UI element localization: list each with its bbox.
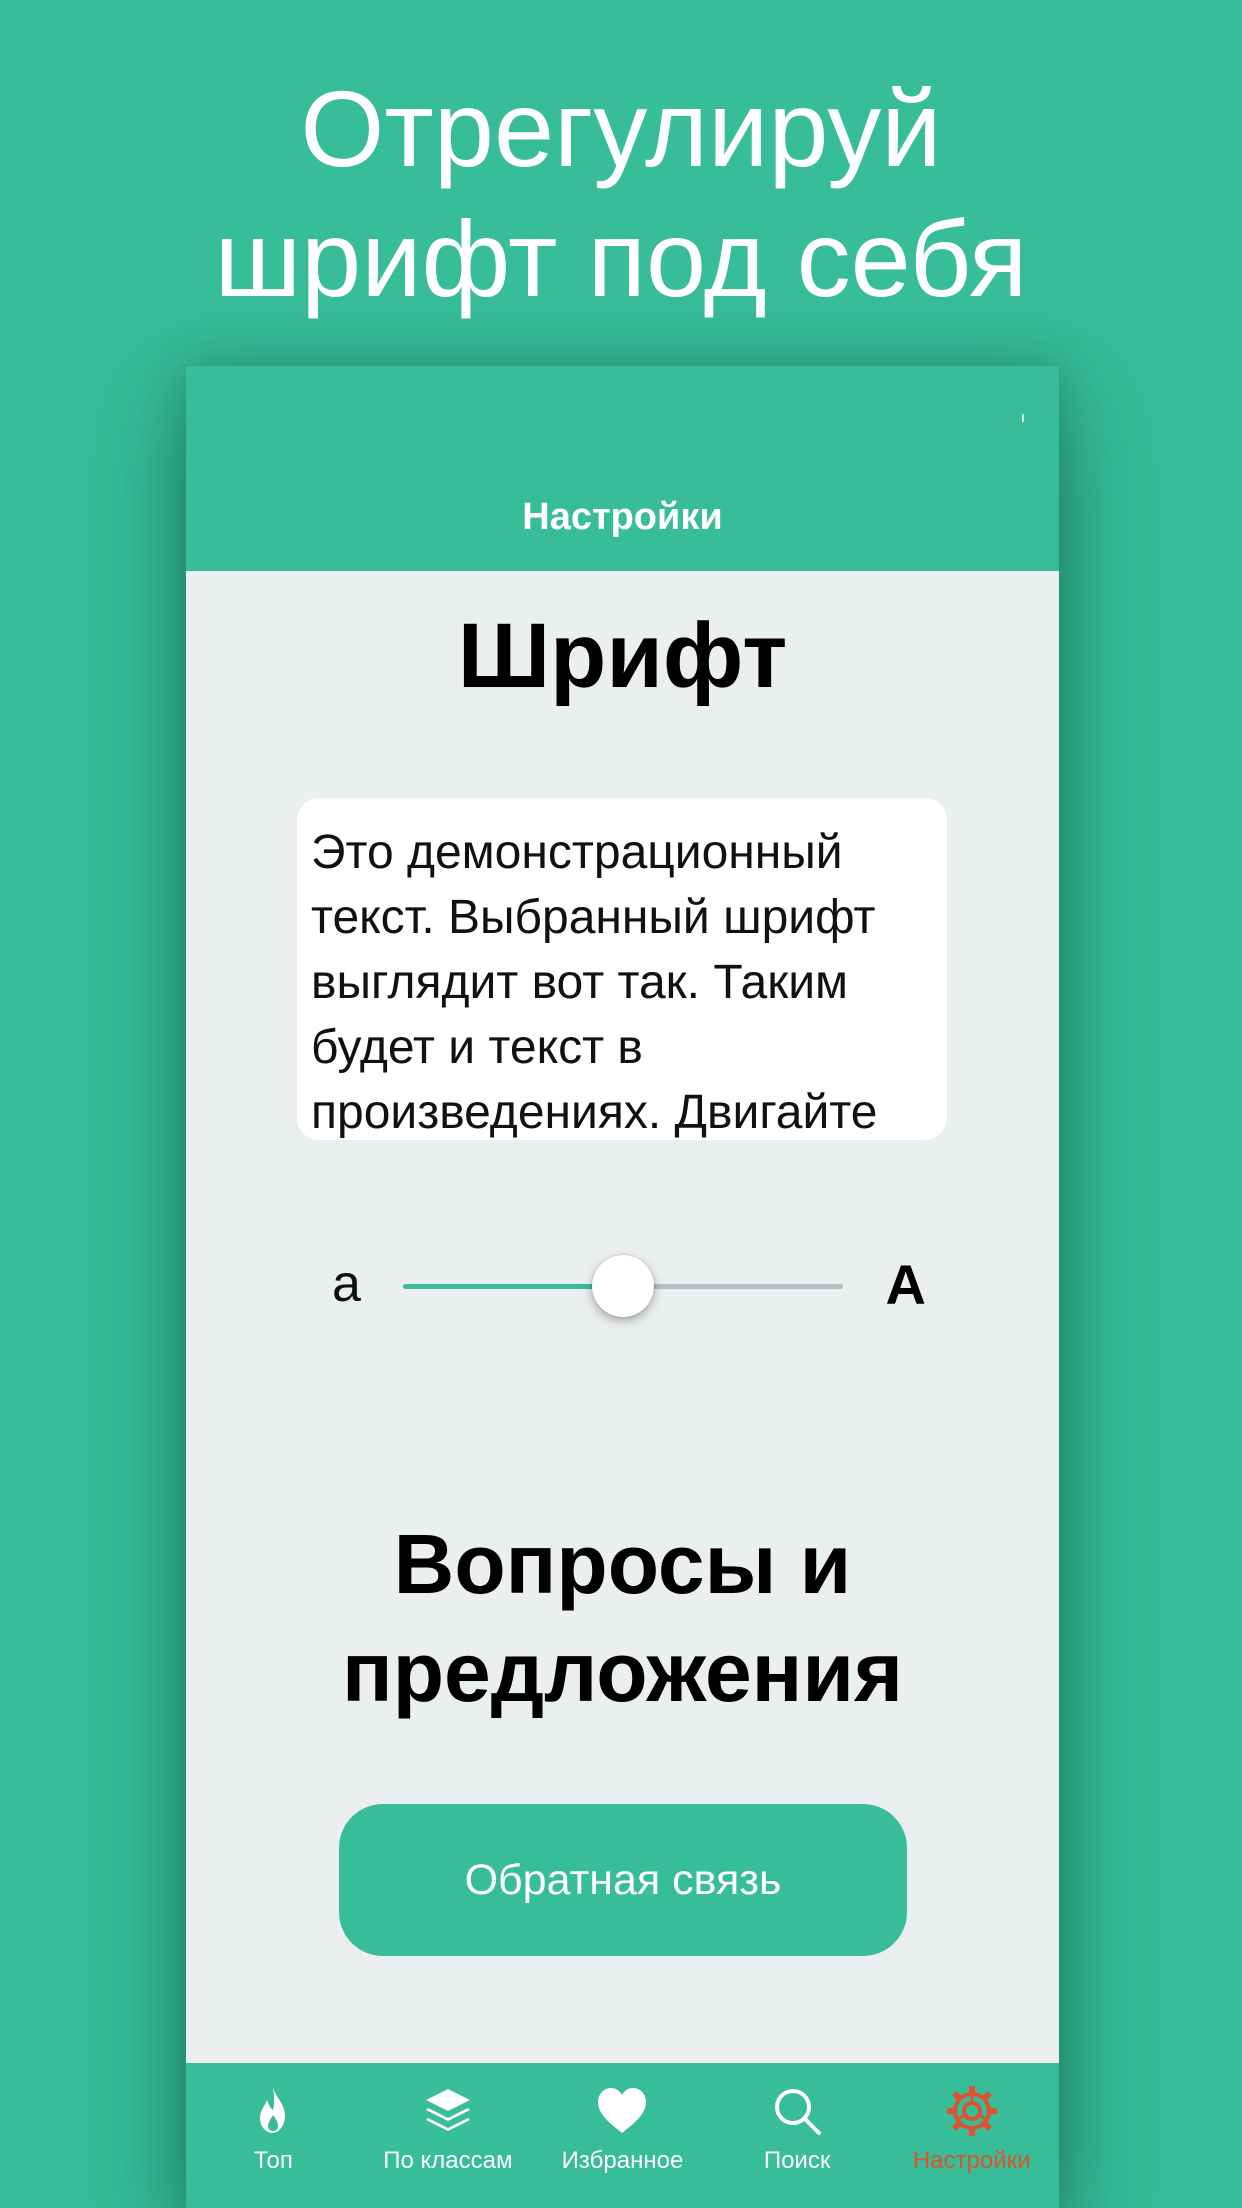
feedback-title-line2: предложения: [341, 1625, 904, 1719]
flame-icon: [260, 2087, 286, 2133]
promo-headline: Отрегулируй шрифт под себя: [0, 64, 1242, 324]
tab-label-top: Топ: [253, 2147, 293, 2174]
slider-min-label: а: [332, 1255, 361, 1313]
tab-label-settings: Настройки: [912, 2147, 1031, 2174]
feedback-button[interactable]: Обратная связь: [339, 1804, 907, 1956]
gear-icon: [946, 2086, 997, 2136]
tab-top[interactable]: Топ: [186, 2063, 361, 2208]
feedback-section-title: Вопросы и предложения: [186, 1510, 1059, 1726]
feedback-title-line1: Вопросы и: [393, 1517, 852, 1611]
search-icon: [775, 2089, 822, 2135]
slider-track[interactable]: [403, 1255, 843, 1317]
tab-label-favorites: Избранное: [561, 2147, 684, 2174]
promo-headline-line1: Отрегулируй: [300, 68, 942, 189]
tab-by-class[interactable]: По классам: [361, 2063, 536, 2208]
layers-icon: [425, 2089, 470, 2131]
tab-bar: Топ По классам Избранное Поиск Настройки: [186, 2063, 1059, 2208]
promo-headline-line2: шрифт под себя: [214, 198, 1028, 319]
slider-max-label: А: [885, 1253, 926, 1316]
navigation-bar: Настройки: [186, 366, 1059, 571]
tab-favorites[interactable]: Избранное: [535, 2063, 710, 2208]
font-section-title: Шрифт: [457, 605, 788, 707]
slider-fill: [403, 1284, 623, 1289]
tab-search[interactable]: Поиск: [710, 2063, 885, 2208]
status-indicator: [1022, 414, 1024, 422]
font-size-slider[interactable]: а А: [326, 1246, 926, 1326]
tab-settings[interactable]: Настройки: [884, 2063, 1059, 2208]
slider-thumb[interactable]: [592, 1255, 654, 1317]
font-demo-text: Это демонстрационный текст. Выбранный шр…: [311, 826, 878, 1139]
tab-label-by-class: По классам: [383, 2147, 513, 2174]
tab-label-search: Поиск: [763, 2147, 831, 2174]
navbar-title: Настройки: [522, 496, 723, 538]
font-demo-box: Это демонстрационный текст. Выбранный шр…: [297, 798, 947, 1140]
phone-screen: Настройки Шрифт Это демонстрационный тек…: [186, 366, 1059, 2208]
heart-icon: [598, 2088, 647, 2133]
